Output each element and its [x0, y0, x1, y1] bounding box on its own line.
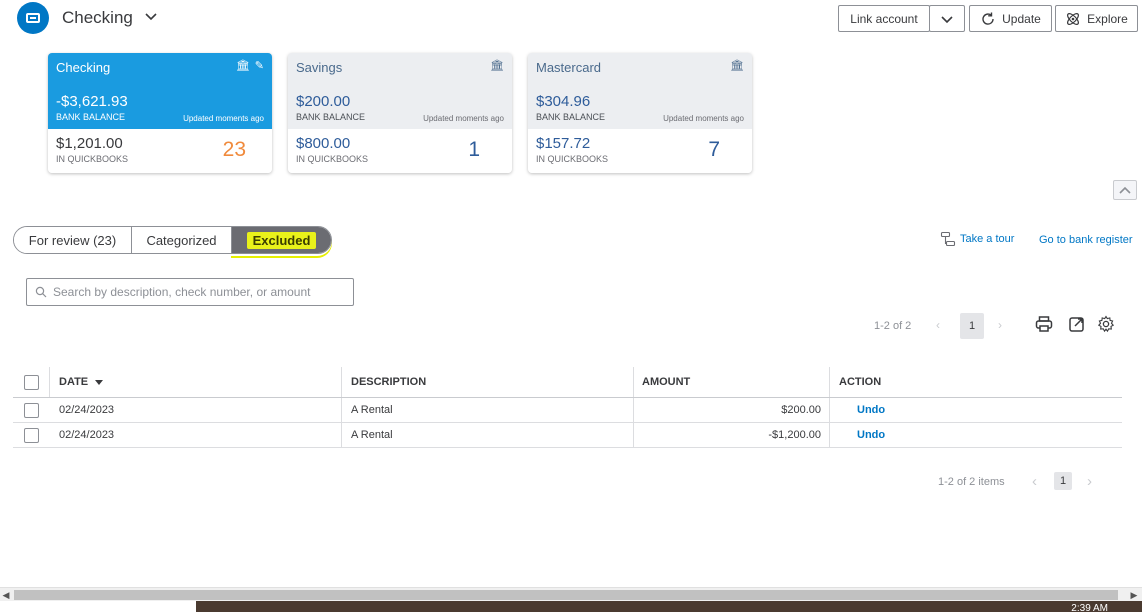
bank-balance: $304.96 [536, 93, 591, 110]
select-all-checkbox[interactable] [23, 374, 39, 390]
row-amount: -$1,200.00 [768, 429, 821, 441]
bank-balance-label: BANK BALANCE [536, 112, 606, 122]
tour-icon [940, 231, 956, 247]
scrollbar-thumb[interactable] [14, 590, 1118, 600]
review-tabs: For review (23) Categorized Excluded [13, 226, 332, 254]
row-checkbox[interactable] [23, 427, 39, 443]
quickbooks-balance: $1,201.00 [56, 135, 123, 152]
bank-account-icon [17, 2, 49, 34]
quickbooks-balance-label: IN QUICKBOOKS [296, 154, 369, 164]
transaction-count: 7 [708, 138, 720, 161]
action-column-header: ACTION [829, 367, 1122, 397]
account-card-name: Savings [296, 60, 343, 75]
bank-balance-label: BANK BALANCE [296, 112, 366, 122]
tab-label: For review (23) [28, 232, 117, 248]
pager-next-icon[interactable]: › [998, 318, 1002, 332]
date-header-label: DATE [59, 376, 89, 388]
chevron-up-icon [1119, 186, 1131, 194]
row-amount: $200.00 [781, 404, 821, 416]
explore-label: Explore [1087, 11, 1128, 26]
take-a-tour-label: Take a tour [960, 233, 1015, 245]
pager-page[interactable]: 1 [1054, 472, 1072, 490]
tab-categorized[interactable]: Categorized [131, 227, 231, 253]
undo-button[interactable]: Undo [857, 423, 885, 447]
pager-items-range: 1-2 of 2 items [938, 476, 1005, 488]
tab-excluded[interactable]: Excluded [231, 227, 331, 253]
update-button[interactable]: Update [969, 5, 1052, 32]
export-icon[interactable] [1067, 314, 1087, 334]
scroll-right-icon[interactable]: ▶ [1128, 588, 1140, 602]
pager-page[interactable]: 1 [960, 313, 984, 339]
bank-icon: 🏛 [490, 60, 504, 72]
action-header-label: ACTION [839, 376, 882, 388]
account-card-savings[interactable]: Savings 🏛 $200.00 BANK BALANCE Updated m… [288, 53, 512, 173]
account-card-checking[interactable]: Checking 🏛 ✎ -$3,621.93 BANK BALANCE Upda… [48, 53, 272, 173]
date-column-header[interactable]: DATE [49, 367, 341, 397]
explore-button[interactable]: Explore [1055, 5, 1138, 32]
row-description: A Rental [351, 429, 393, 441]
pencil-icon[interactable]: ✎ [255, 59, 264, 72]
link-account-label: Link account [850, 11, 918, 26]
bank-register-link[interactable]: Go to bank register [1039, 234, 1133, 246]
take-a-tour-link[interactable]: Take a tour [940, 231, 1014, 247]
gear-icon[interactable] [1096, 314, 1116, 334]
search-box [26, 278, 354, 306]
update-label: Update [1002, 11, 1041, 26]
link-account-button[interactable]: Link account [838, 5, 930, 32]
chevron-down-icon [941, 15, 953, 23]
updated-status: Updated moments ago [423, 114, 504, 123]
link-account-dropdown[interactable] [929, 5, 965, 32]
refresh-icon [982, 12, 994, 25]
horizontal-scrollbar[interactable]: ◀ ▶ [0, 587, 1142, 601]
bank-balance: -$3,621.93 [56, 93, 128, 110]
row-date: 02/24/2023 [59, 429, 115, 441]
quickbooks-balance: $157.72 [536, 135, 591, 152]
taskbar-clock: 2:39 AM [1071, 603, 1108, 612]
excluded-transactions-table: DATE DESCRIPTION AMOUNT ACTION 02/24/202… [13, 367, 1122, 448]
pager-prev-icon[interactable]: ‹ [1032, 473, 1037, 490]
os-taskbar: 2:39 AM [0, 601, 1142, 612]
row-date: 02/24/2023 [59, 404, 115, 416]
pager-prev-icon[interactable]: ‹ [936, 318, 940, 332]
tab-for-review[interactable]: For review (23) [14, 227, 131, 253]
updated-status: Updated moments ago [183, 114, 264, 123]
amount-column-header: AMOUNT [633, 367, 829, 397]
search-input[interactable] [53, 285, 343, 299]
bank-balance-label: BANK BALANCE [56, 112, 126, 122]
table-row[interactable]: 02/24/2023 A Rental -$1,200.00 Undo [13, 423, 1122, 448]
row-checkbox[interactable] [23, 402, 39, 418]
scroll-left-icon[interactable]: ◀ [0, 588, 12, 602]
quickbooks-balance: $800.00 [296, 135, 351, 152]
description-column-header: DESCRIPTION [341, 367, 633, 397]
bank-icon: 🏛 [235, 60, 250, 72]
transaction-count: 1 [468, 138, 480, 161]
banking-page: Checking Link account Update Explore Che… [0, 0, 1142, 612]
search-icon [35, 286, 47, 298]
bank-balance: $200.00 [296, 93, 351, 110]
table-row[interactable]: 02/24/2023 A Rental $200.00 Undo [13, 398, 1122, 423]
amount-header-label: AMOUNT [642, 376, 691, 388]
sort-down-icon [95, 380, 104, 385]
transaction-count: 23 [222, 138, 246, 161]
tab-label: Excluded [246, 231, 317, 249]
quickbooks-balance-label: IN QUICKBOOKS [56, 154, 129, 164]
chevron-down-icon[interactable] [143, 8, 159, 24]
quickbooks-balance-label: IN QUICKBOOKS [536, 154, 609, 164]
account-card-name: Mastercard [536, 60, 602, 75]
account-title[interactable]: Checking [62, 8, 133, 28]
undo-button[interactable]: Undo [857, 398, 885, 422]
updated-status: Updated moments ago [663, 114, 744, 123]
tab-label: Categorized [146, 232, 217, 248]
bank-icon: 🏛 [730, 60, 744, 72]
account-card-mastercard[interactable]: Mastercard 🏛 $304.96 BANK BALANCE Update… [528, 53, 752, 173]
pager-next-icon[interactable]: › [1087, 473, 1092, 490]
account-card-name: Checking [56, 60, 111, 75]
description-header-label: DESCRIPTION [351, 376, 427, 388]
explore-icon [1067, 12, 1080, 25]
row-description: A Rental [351, 404, 393, 416]
table-header-row: DATE DESCRIPTION AMOUNT ACTION [13, 367, 1122, 398]
collapse-cards-button[interactable] [1113, 180, 1137, 200]
print-icon[interactable] [1034, 314, 1054, 334]
pager-range: 1-2 of 2 [874, 320, 912, 332]
